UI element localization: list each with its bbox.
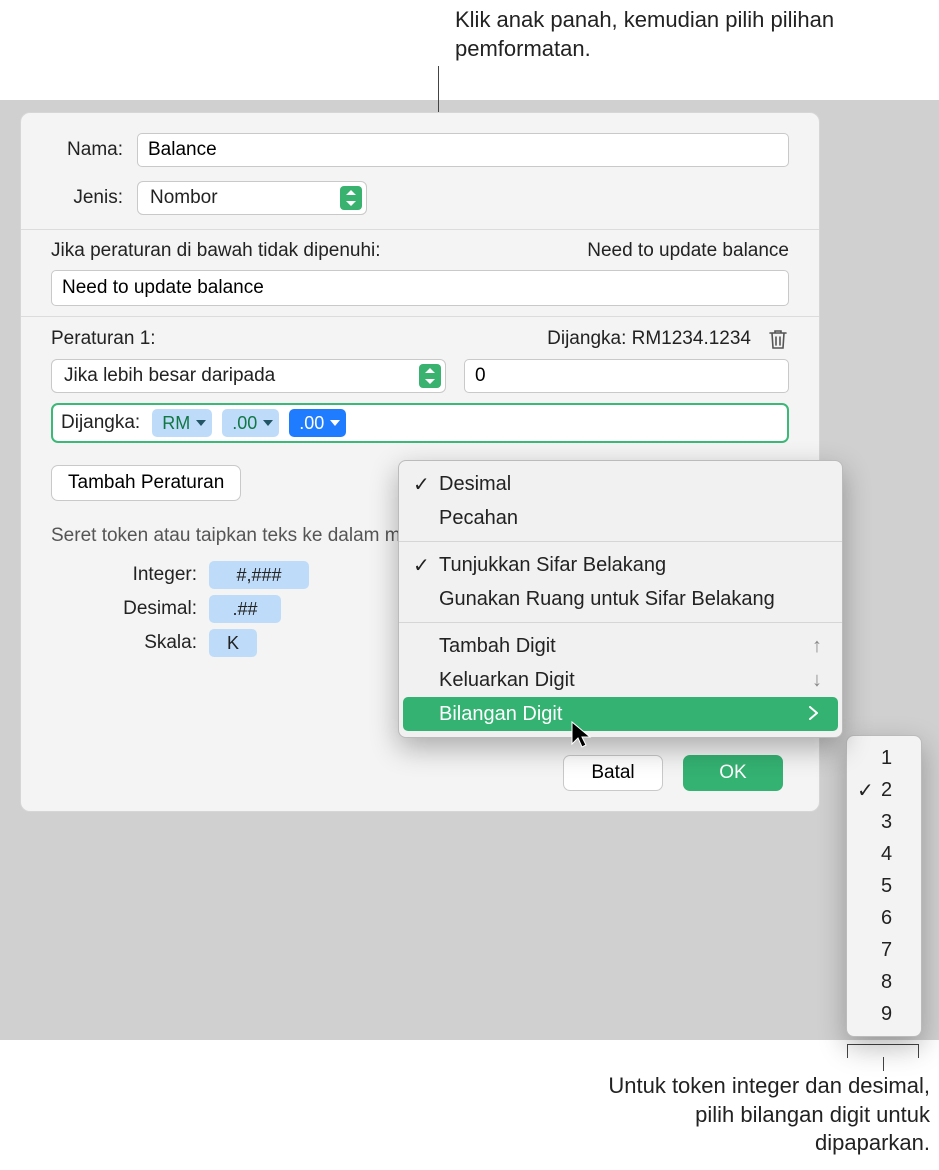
add-rule-button[interactable]: Tambah Peraturan — [51, 465, 241, 501]
decimal-token[interactable]: .## — [209, 595, 281, 623]
menu-decimal[interactable]: ✓ Desimal — [399, 467, 842, 501]
menu-digit-count[interactable]: Bilangan Digit — [403, 697, 838, 731]
scale-token[interactable]: K — [209, 629, 257, 657]
menu-remove-digit-label: Keluarkan Digit — [439, 669, 575, 692]
chevron-right-icon — [808, 703, 818, 726]
rule1-operator-select[interactable]: Jika lebih besar daripada — [51, 359, 446, 393]
trash-icon[interactable] — [767, 327, 789, 351]
submenu-item-label: 2 — [881, 779, 892, 802]
submenu-item-label: 6 — [881, 907, 892, 930]
submenu-item-3[interactable]: 3 — [847, 806, 921, 838]
rule1-label: Peraturan 1: — [51, 328, 156, 350]
currency-token[interactable]: RM — [152, 409, 212, 437]
name-label: Nama: — [51, 139, 123, 161]
ok-button[interactable]: OK — [683, 755, 783, 791]
menu-separator — [399, 541, 842, 542]
check-icon: ✓ — [857, 778, 874, 803]
menu-show-trailing-label: Tunjukkan Sifar Belakang — [439, 554, 666, 577]
type-select[interactable]: Nombor — [137, 181, 367, 215]
submenu-item-6[interactable]: 6 — [847, 902, 921, 934]
menu-decimal-label: Desimal — [439, 473, 511, 496]
chevron-updown-icon — [419, 364, 441, 388]
submenu-item-7[interactable]: 7 — [847, 934, 921, 966]
menu-add-digit-label: Tambah Digit — [439, 635, 556, 658]
menu-digit-count-label: Bilangan Digit — [439, 703, 562, 726]
submenu-item-label: 8 — [881, 971, 892, 994]
rule1-value-input[interactable] — [464, 359, 789, 393]
rule1-token-bar[interactable]: Dijangka: RM .00 .00 — [51, 403, 789, 443]
submenu-item-8[interactable]: 8 — [847, 966, 921, 998]
rule1-operator-value: Jika lebih besar daripada — [64, 365, 275, 387]
check-icon: ✓ — [413, 472, 430, 497]
cursor-icon — [570, 720, 592, 754]
condition-preview: Need to update balance — [587, 240, 789, 262]
integer-token-label: Integer: — [117, 564, 197, 586]
submenu-item-label: 1 — [881, 747, 892, 770]
submenu-item-5[interactable]: 5 — [847, 870, 921, 902]
name-field[interactable] — [137, 133, 789, 167]
submenu-item-1[interactable]: 1 — [847, 742, 921, 774]
decimals-token-2[interactable]: .00 — [289, 409, 346, 437]
menu-fraction-label: Pecahan — [439, 507, 518, 530]
integer-token[interactable]: #,### — [209, 561, 309, 589]
chevron-down-icon — [263, 419, 273, 427]
submenu-item-4[interactable]: 4 — [847, 838, 921, 870]
callout-bracket — [847, 1044, 919, 1058]
decimals-token-1[interactable]: .00 — [222, 409, 279, 437]
chevron-down-icon — [196, 419, 206, 427]
submenu-item-label: 3 — [881, 811, 892, 834]
type-label: Jenis: — [51, 187, 123, 209]
up-arrow-icon: ↑ — [812, 635, 822, 658]
submenu-item-label: 5 — [881, 875, 892, 898]
decimals-token-1-text: .00 — [232, 413, 257, 434]
submenu-item-label: 9 — [881, 1003, 892, 1026]
menu-fraction[interactable]: Pecahan — [399, 501, 842, 535]
rule1-expected: Dijangka: RM1234.1234 — [547, 328, 751, 350]
format-options-menu: ✓ Desimal Pecahan ✓ Tunjukkan Sifar Bela… — [398, 460, 843, 738]
menu-add-digit[interactable]: Tambah Digit ↑ — [399, 629, 842, 663]
chevron-down-icon — [330, 419, 340, 427]
submenu-item-2[interactable]: ✓2 — [847, 774, 921, 806]
callout-bottom: Untuk token integer dan desimal, pilih b… — [600, 1072, 930, 1158]
token-bar-label: Dijangka: — [61, 412, 140, 434]
callout-top: Klik anak panah, kemudian pilih pilihan … — [455, 6, 855, 63]
submenu-item-label: 7 — [881, 939, 892, 962]
condition-label: Jika peraturan di bawah tidak dipenuhi: — [51, 240, 381, 262]
menu-separator — [399, 622, 842, 623]
submenu-item-9[interactable]: 9 — [847, 998, 921, 1030]
currency-token-text: RM — [162, 413, 190, 434]
menu-use-space-label: Gunakan Ruang untuk Sifar Belakang — [439, 588, 775, 611]
condition-input[interactable] — [51, 270, 789, 306]
submenu-item-label: 4 — [881, 843, 892, 866]
down-arrow-icon: ↓ — [812, 669, 822, 692]
decimal-token-label: Desimal: — [117, 598, 197, 620]
cancel-button[interactable]: Batal — [563, 755, 663, 791]
scale-token-label: Skala: — [117, 632, 197, 654]
menu-show-trailing[interactable]: ✓ Tunjukkan Sifar Belakang — [399, 548, 842, 582]
decimals-token-2-text: .00 — [299, 413, 324, 434]
chevron-updown-icon — [340, 186, 362, 210]
menu-use-space[interactable]: Gunakan Ruang untuk Sifar Belakang — [399, 582, 842, 616]
divider — [21, 229, 819, 230]
type-value: Nombor — [150, 187, 218, 209]
check-icon: ✓ — [413, 553, 430, 578]
digit-count-submenu: 1✓23456789 — [846, 735, 922, 1037]
divider — [21, 316, 819, 317]
menu-remove-digit[interactable]: Keluarkan Digit ↓ — [399, 663, 842, 697]
